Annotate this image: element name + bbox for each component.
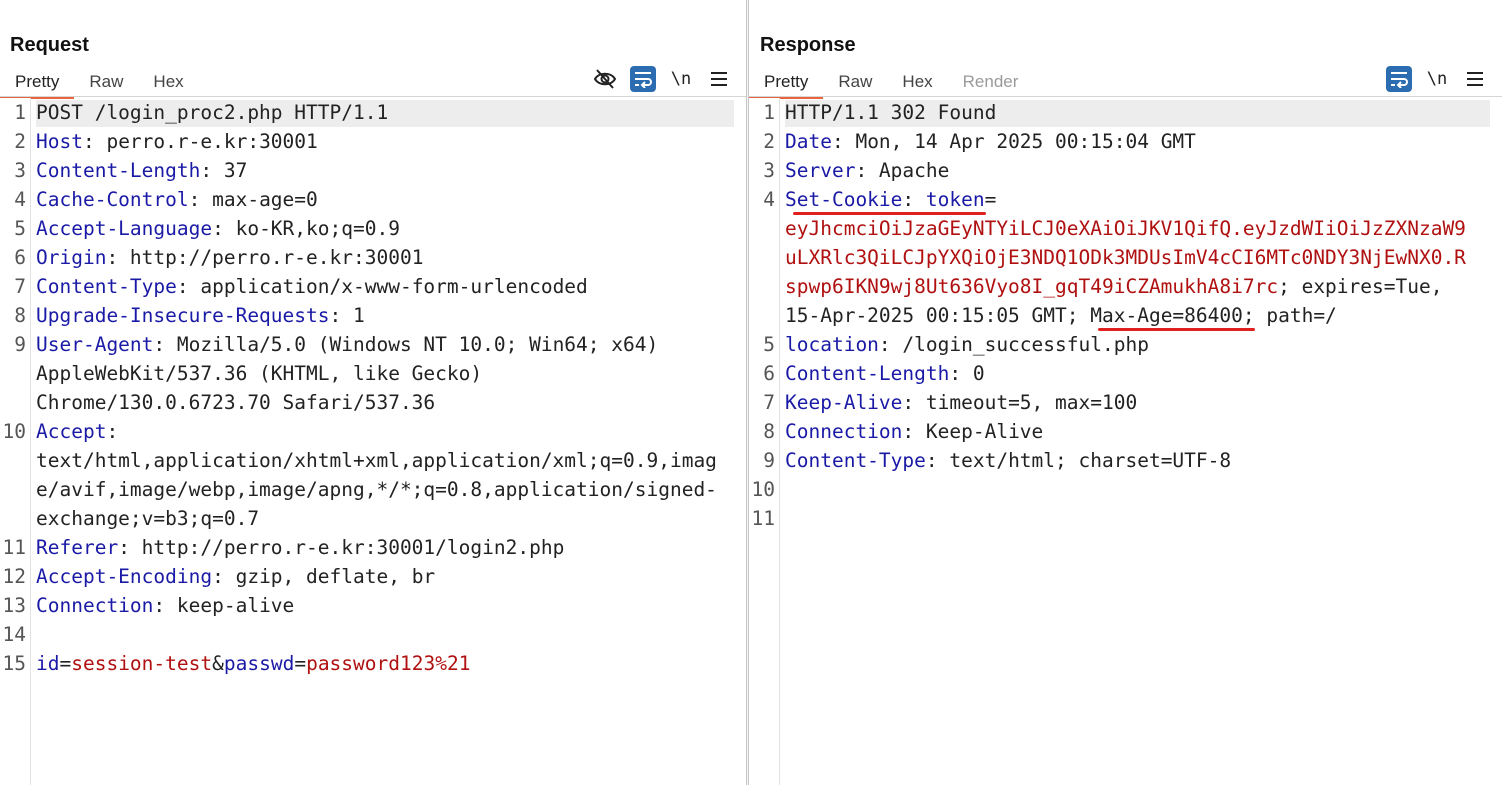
header-line: 9 Content-Type: text/html; charset=UTF-8 — [763, 449, 1232, 472]
tab-hex[interactable]: Hex — [138, 68, 198, 96]
header-line: 3 Server: Apache — [763, 159, 950, 182]
tab-hex[interactable]: Hex — [887, 68, 947, 96]
blank-line: 14 — [2, 623, 26, 646]
tab-render[interactable]: Render — [948, 68, 1034, 96]
header-line: 12 Accept-Encoding: gzip, deflate, br — [2, 565, 436, 588]
request-line: 1 POST /login_proc2.php HTTP/1.1 — [0, 98, 746, 127]
tab-pretty[interactable]: Pretty — [0, 68, 75, 99]
header-line: 9 User-Agent: Mozilla/5.0 (Windows NT 10.… — [14, 333, 659, 356]
header-line: 5 location: /login_successful.php — [763, 333, 1149, 356]
header-line: 2 Date: Mon, 14 Apr 2025 00:15:04 GMT — [763, 130, 1196, 153]
status-line: 1 HTTP/1.1 302 Found — [749, 98, 1502, 127]
response-tabs: Pretty Raw Hex Render — [749, 68, 1034, 99]
header-line: 10 Accept: — [2, 420, 119, 443]
http-message-viewer: Request Pretty Raw Hex \n 1 POST /login_p… — [0, 0, 1502, 785]
header-line: 8 Connection: Keep-Alive — [763, 420, 1044, 443]
tab-raw[interactable]: Raw — [823, 68, 887, 96]
request-title: Request — [10, 34, 89, 56]
word-wrap-icon[interactable] — [1386, 66, 1412, 92]
response-tools: \n — [1386, 66, 1488, 92]
tab-divider — [0, 96, 746, 97]
cookie-attributes-continuation: 15-Apr-2025 00:15:05 GMT; Max-Age=86400;… — [749, 301, 1502, 331]
header-line: 6 Origin: http://perro.r-e.kr:30001 — [14, 246, 424, 269]
newline-toggle-icon[interactable]: \n — [1424, 66, 1450, 92]
header-continuation: text/html,application/xhtml+xml,applicat… — [36, 449, 717, 472]
header-line: 3 Content-Length: 37 — [14, 159, 248, 182]
response-title: Response — [760, 34, 856, 56]
blank-line: 11 — [751, 507, 775, 530]
header-line: 8 Upgrade-Insecure-Requests: 1 — [14, 304, 365, 327]
request-body-line: 15 id=session-test&passwd=password123%21 — [2, 652, 471, 675]
response-editor[interactable]: 1 HTTP/1.1 302 Found 2 Date: Mon, 14 Apr 2… — [749, 98, 1502, 785]
max-age-attribute: Max-Age=86400 — [1090, 304, 1243, 327]
response-pane: Response Pretty Raw Hex Render \n 1 HTTP/… — [749, 0, 1502, 785]
header-line: 5 Accept-Language: ko-KR,ko;q=0.9 — [14, 217, 400, 240]
request-tabs: Pretty Raw Hex — [0, 68, 199, 99]
cookie-value-continuation: eyJhcmciOiJzaGEyNTYiLCJ0eXAiOiJKV1QifQ.e… — [785, 217, 1466, 240]
request-tools: \n — [592, 66, 732, 92]
request-pane: Request Pretty Raw Hex \n 1 POST /login_p… — [0, 0, 746, 785]
header-continuation: exchange;v=b3;q=0.7 — [36, 507, 260, 530]
set-cookie-line: 4 Set-Cookie: token= — [749, 185, 1502, 215]
header-line: 2 Host: perro.r-e.kr:30001 — [14, 130, 318, 153]
header-continuation: e/avif,image/webp,image/apng,*/*;q=0.8,a… — [36, 478, 717, 501]
newline-toggle-icon[interactable]: \n — [668, 66, 694, 92]
header-line: 13 Connection: keep-alive — [2, 594, 295, 617]
header-line: 7 Content-Type: application/x-www-form-ur… — [14, 275, 588, 298]
tab-divider — [749, 96, 1502, 97]
eye-off-icon[interactable] — [592, 66, 618, 92]
menu-icon[interactable] — [1462, 66, 1488, 92]
tab-raw[interactable]: Raw — [74, 68, 138, 96]
tab-pretty[interactable]: Pretty — [749, 68, 824, 99]
blank-line: 10 — [751, 478, 775, 501]
header-line: 4 Cache-Control: max-age=0 — [14, 188, 318, 211]
cookie-value-continuation: spwp6IKN9wj8Ut636Vyo8I_gqT49iCZAmukhA8i7… — [785, 275, 1443, 298]
header-line: 6 Content-Length: 0 — [763, 362, 985, 385]
header-line: 11 Referer: http://perro.r-e.kr:30001/log… — [2, 536, 565, 559]
header-continuation: AppleWebKit/537.36 (KHTML, like Gecko) — [36, 362, 483, 385]
header-continuation: Chrome/130.0.6723.70 Safari/537.36 — [36, 391, 436, 414]
request-editor[interactable]: 1 POST /login_proc2.php HTTP/1.1 2 Host: p… — [0, 98, 746, 785]
header-line: 7 Keep-Alive: timeout=5, max=100 — [763, 391, 1138, 414]
menu-icon[interactable] — [706, 66, 732, 92]
cookie-value-continuation: uLXRlc3QiLCJpYXQiOjE3NDQ1ODk3MDUsImV4cCI… — [785, 246, 1466, 269]
word-wrap-icon[interactable] — [630, 66, 656, 92]
